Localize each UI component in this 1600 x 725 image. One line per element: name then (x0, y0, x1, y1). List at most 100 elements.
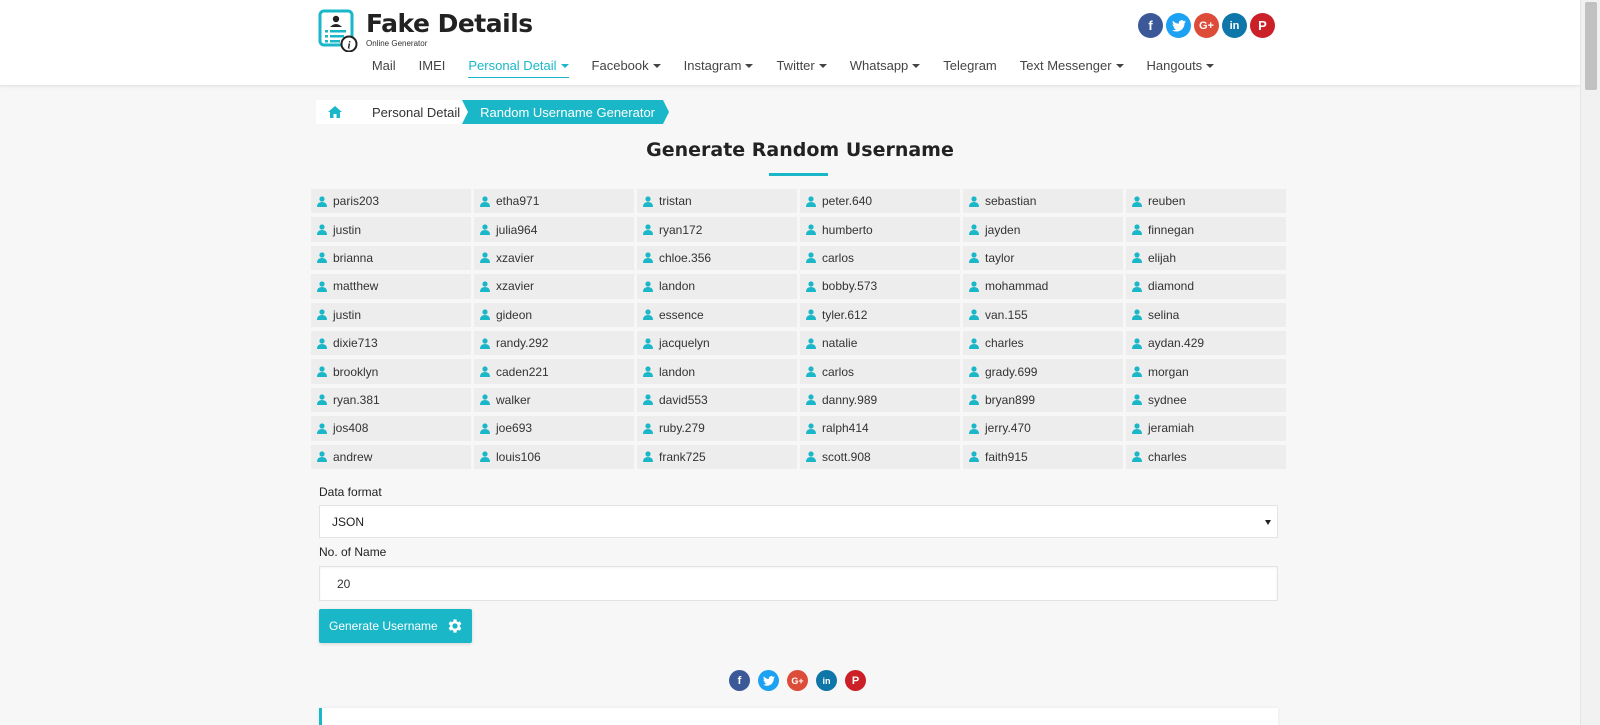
user-icon (969, 394, 979, 406)
username-text: bryan899 (985, 392, 1036, 407)
scrollbar[interactable] (1580, 0, 1600, 725)
nav-item-mail[interactable]: Mail (372, 58, 396, 78)
user-icon (317, 224, 327, 236)
username-text: essence (659, 307, 704, 322)
username-text: joe693 (496, 421, 533, 436)
username-item: david553 (637, 387, 797, 413)
caret-down-icon (560, 64, 569, 68)
user-icon (1132, 423, 1142, 434)
facebook-icon[interactable]: f (1138, 13, 1163, 38)
user-icon (480, 394, 490, 406)
username-text: justin (333, 307, 362, 322)
user-icon (806, 196, 816, 207)
data-format-select[interactable]: JSON (319, 505, 1278, 538)
username-text: gideon (496, 307, 533, 322)
nav-item-instagram[interactable]: Instagram (684, 58, 754, 78)
nav-item-personal-detail[interactable]: Personal Detail (468, 58, 569, 78)
user-icon (1132, 196, 1142, 207)
linkedin-icon[interactable]: in (1222, 13, 1247, 38)
username-text: jos408 (333, 421, 369, 436)
username-text: brianna (333, 250, 374, 265)
username-item: xzavier (474, 274, 634, 299)
nav-item-twitter[interactable]: Twitter (776, 58, 827, 78)
nav-item-telegram[interactable]: Telegram (943, 58, 996, 78)
username-item: tristan (637, 189, 797, 214)
nav-item-text-messenger[interactable]: Text Messenger (1020, 58, 1124, 78)
logo[interactable]: i Fake Details Online Generator (318, 8, 533, 52)
username-item: justin (311, 302, 471, 327)
user-icon (643, 423, 653, 434)
scrollbar-thumb[interactable] (1585, 2, 1597, 90)
social-links-top: f G+ in P (1138, 13, 1275, 38)
facebook-share-icon[interactable]: f (729, 670, 750, 691)
twitter-icon[interactable] (1166, 13, 1191, 38)
username-text: chloe.356 (659, 250, 712, 265)
username-text: ryan172 (659, 222, 703, 237)
pinterest-share-icon[interactable]: P (845, 670, 866, 691)
username-text: ruby.279 (659, 421, 705, 436)
username-text: scott.908 (822, 449, 871, 464)
username-item: bryan899 (963, 387, 1123, 413)
username-text: jayden (985, 222, 1021, 237)
title-underline (769, 173, 828, 176)
nav-item-whatsapp[interactable]: Whatsapp (850, 58, 921, 78)
username-item: jeramiah (1126, 416, 1286, 441)
google-plus-share-icon[interactable]: G+ (787, 670, 808, 691)
nav-item-facebook[interactable]: Facebook (592, 58, 661, 78)
username-text: charles (1148, 449, 1187, 464)
user-icon (643, 451, 653, 463)
username-item: elijah (1126, 245, 1286, 271)
user-icon (969, 423, 979, 434)
username-text: landon (659, 279, 696, 294)
username-text: justin (333, 222, 362, 237)
nav-item-hangouts[interactable]: Hangouts (1147, 58, 1215, 78)
google-plus-icon[interactable]: G+ (1194, 13, 1219, 38)
user-icon (969, 338, 979, 349)
username-item: ryan.381 (311, 387, 471, 413)
linkedin-share-icon[interactable]: in (816, 670, 837, 691)
main-nav: Mail IMEI Personal Detail Facebook Instagram… (0, 58, 1580, 78)
nav-item-label: Instagram (683, 58, 742, 73)
username-item: charles (963, 330, 1123, 356)
username-grid: paris203 etha971 tristan peter.640 sebastian… (311, 189, 1286, 469)
user-icon (969, 309, 979, 321)
username-text: landon (659, 364, 696, 379)
breadcrumb-personal-detail[interactable]: Personal Detail (354, 100, 469, 124)
username-item: finnegan (1126, 217, 1286, 242)
username-text: aydan.429 (1148, 336, 1205, 351)
username-item: mohammad (963, 274, 1123, 299)
user-icon (969, 451, 979, 463)
pinterest-icon[interactable]: P (1250, 13, 1275, 38)
home-icon[interactable] (316, 100, 354, 124)
username-item: charles (1126, 444, 1286, 469)
breadcrumb: Personal Detail Random Username Generato… (316, 100, 669, 124)
generate-username-button[interactable]: Generate Username (319, 609, 472, 643)
username-text: mohammad (985, 279, 1049, 294)
username-item: landon (637, 359, 797, 384)
username-text: julia964 (496, 222, 538, 237)
username-text: grady.699 (985, 364, 1038, 379)
username-item: louis106 (474, 444, 634, 469)
nav-item-label: Mail (371, 58, 396, 73)
username-text: randy.292 (496, 336, 549, 351)
username-text: walker (496, 392, 531, 407)
user-icon (1132, 338, 1142, 349)
username-item: paris203 (311, 189, 471, 214)
username-item: natalie (800, 330, 960, 356)
username-text: carlos (822, 250, 855, 265)
username-text: jeramiah (1148, 421, 1195, 436)
nav-item-label: Whatsapp (849, 58, 909, 73)
result-panel (319, 708, 1278, 725)
username-text: paris203 (333, 194, 380, 209)
caret-down-icon (912, 64, 921, 68)
nav-item-label: Hangouts (1146, 58, 1203, 73)
username-text: brooklyn (333, 364, 379, 379)
user-icon (317, 281, 327, 292)
username-item: aydan.429 (1126, 330, 1286, 356)
twitter-share-icon[interactable] (758, 670, 779, 691)
username-item: sebastian (963, 189, 1123, 214)
nav-item-label: Telegram (943, 58, 997, 73)
name-count-input[interactable]: 20 (319, 566, 1278, 601)
nav-item-imei[interactable]: IMEI (419, 58, 446, 78)
username-item: danny.989 (800, 387, 960, 413)
